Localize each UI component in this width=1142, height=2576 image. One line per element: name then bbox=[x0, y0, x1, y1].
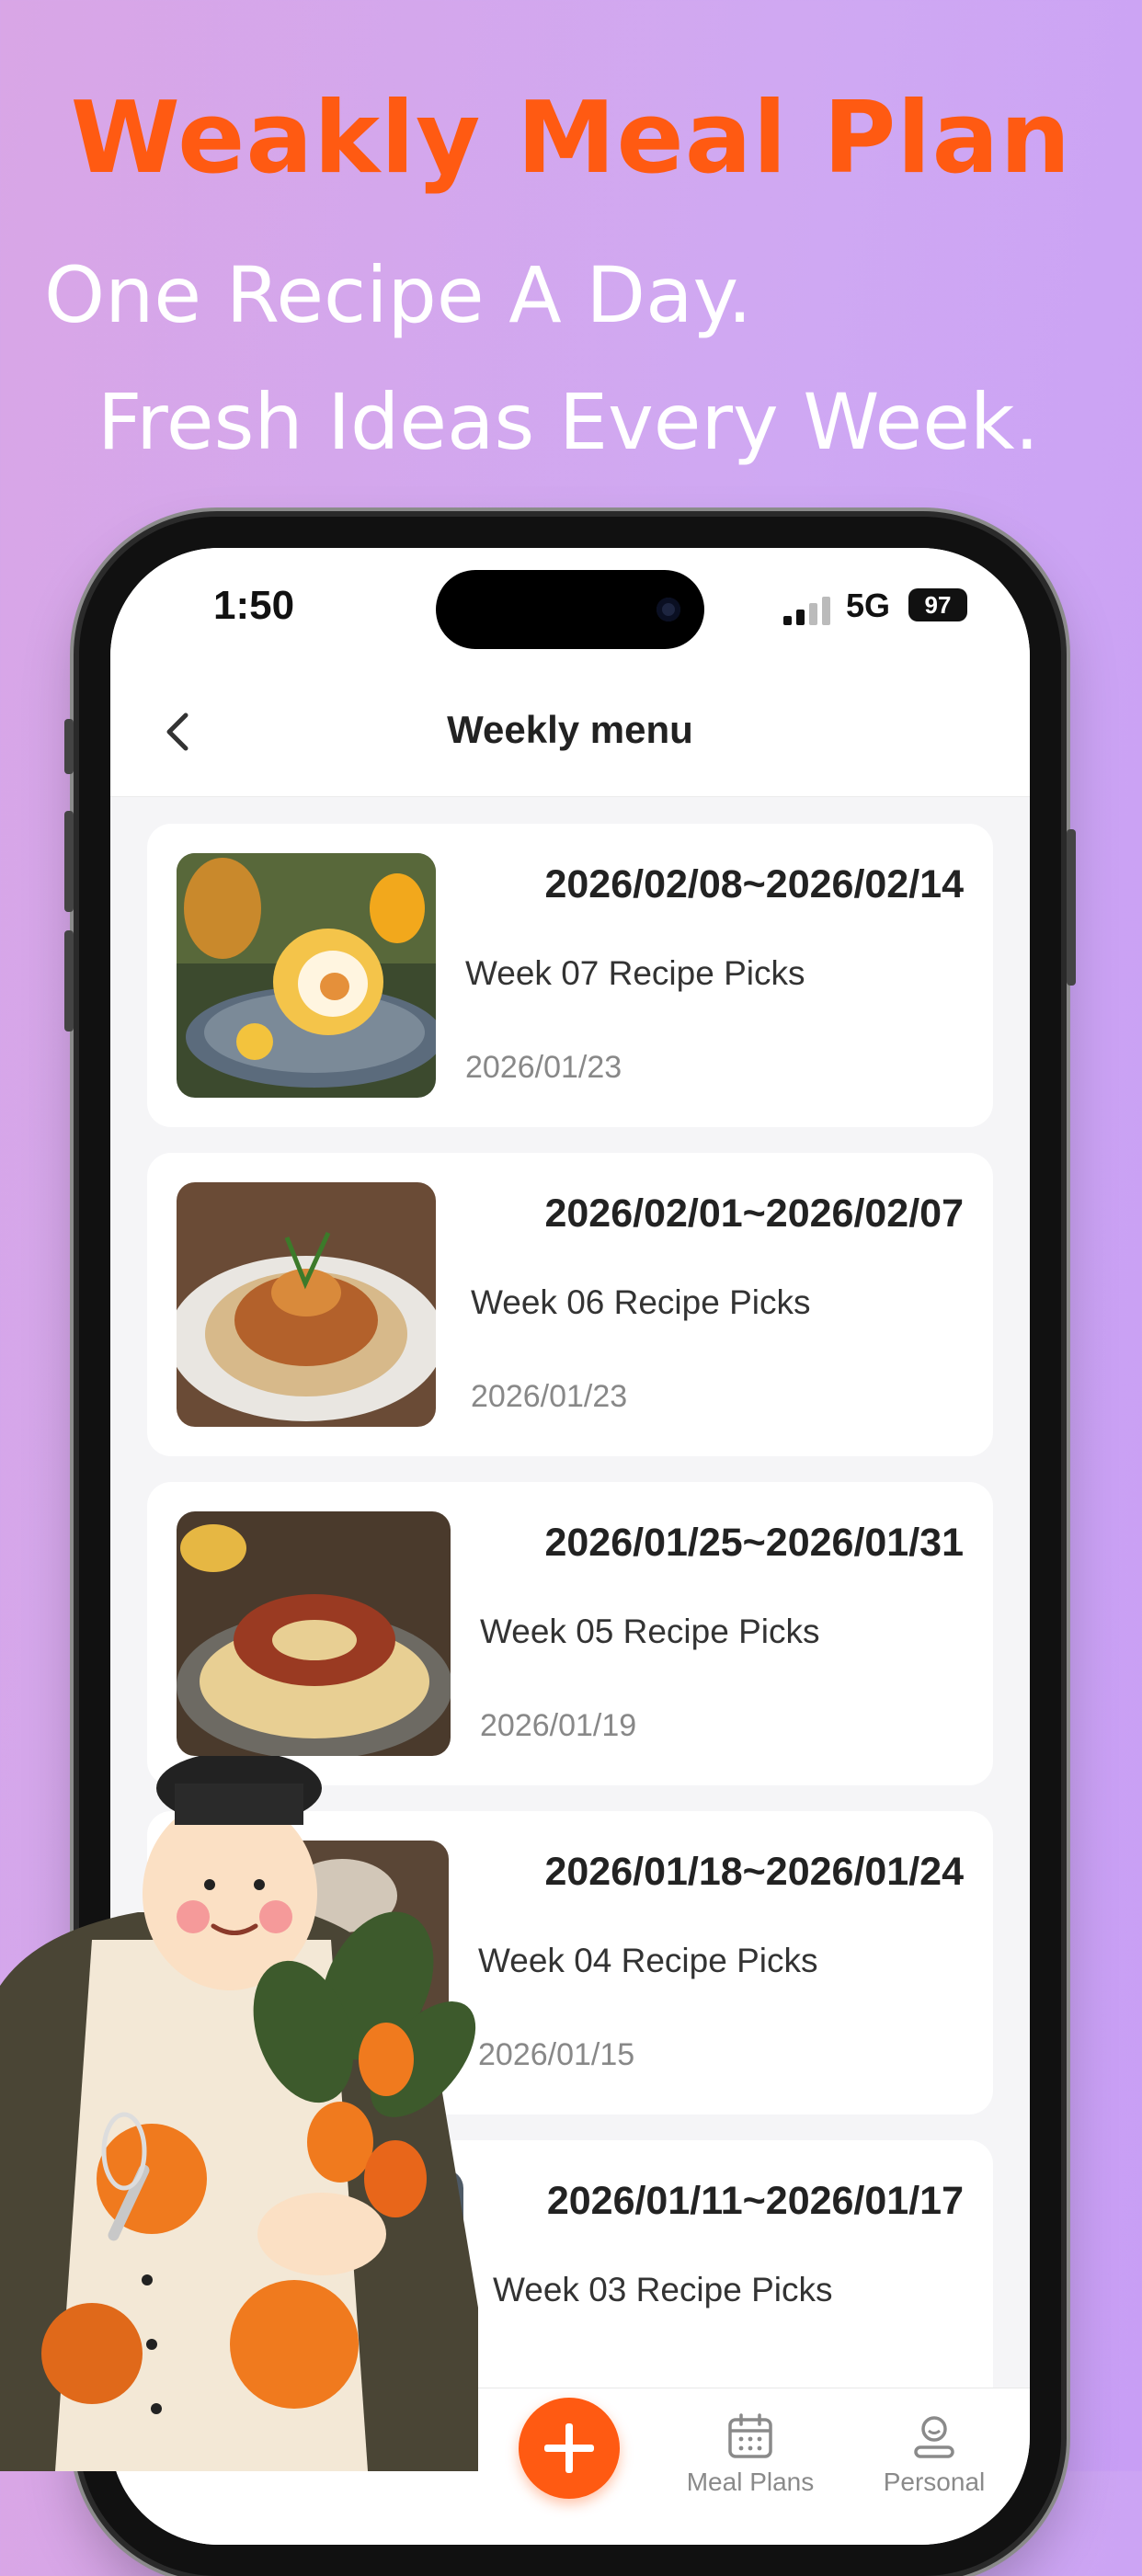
chef-illustration bbox=[0, 1756, 478, 2471]
week-card[interactable]: 2026/02/08~2026/02/14 Week 07 Recipe Pic… bbox=[147, 824, 993, 1127]
page-title: Weekly menu bbox=[447, 708, 693, 751]
week-range: 2026/02/01~2026/02/07 bbox=[544, 1191, 964, 1236]
tab-personal[interactable]: Personal bbox=[861, 2411, 1008, 2497]
week-date: 2026/01/23 bbox=[465, 1050, 622, 1085]
promo-line-2: Fresh Ideas Every Week. bbox=[97, 377, 1040, 467]
week-picks: Week 05 Recipe Picks bbox=[480, 1613, 820, 1650]
dynamic-island bbox=[436, 570, 704, 649]
network-label: 5G bbox=[846, 587, 891, 624]
week-date: 2026/01/19 bbox=[480, 1708, 637, 1743]
add-button[interactable] bbox=[519, 2398, 620, 2499]
status-bar: 1:50 5G 97 bbox=[110, 548, 1030, 667]
status-time: 1:50 bbox=[213, 583, 295, 628]
promo-line-1: One Recipe A Day. bbox=[44, 250, 752, 340]
week-card[interactable]: 2026/01/25~2026/01/31 Week 05 Recipe Pic… bbox=[147, 1482, 993, 1785]
nav-bar: Weekly menu bbox=[110, 667, 1030, 797]
signal-icon bbox=[783, 594, 839, 625]
week-range: 2026/01/18~2026/01/24 bbox=[544, 1850, 964, 1894]
week-picks: Week 03 Recipe Picks bbox=[493, 2271, 833, 2308]
week-card[interactable]: 2026/02/01~2026/02/07 Week 06 Recipe Pic… bbox=[147, 1153, 993, 1456]
tab-meal-plans-label: Meal Plans bbox=[686, 2468, 815, 2496]
week-range: 2026/02/08~2026/02/14 bbox=[544, 862, 964, 906]
week-range: 2026/01/11~2026/01/17 bbox=[546, 2179, 964, 2223]
week-range: 2026/01/25~2026/01/31 bbox=[544, 1521, 964, 1565]
recipe-thumbnail bbox=[177, 1511, 451, 1756]
calendar-icon bbox=[728, 2413, 772, 2458]
promo-headline: Weakly Meal Plan bbox=[70, 81, 1072, 196]
battery-icon: 97 bbox=[908, 588, 967, 621]
recipe-thumbnail bbox=[177, 1182, 436, 1427]
week-picks: Week 04 Recipe Picks bbox=[478, 1942, 818, 1979]
person-icon bbox=[914, 2416, 954, 2458]
tab-meal-plans[interactable]: Meal Plans bbox=[677, 2411, 824, 2497]
tab-personal-label: Personal bbox=[883, 2468, 986, 2496]
week-picks: Week 06 Recipe Picks bbox=[471, 1283, 811, 1321]
week-picks: Week 07 Recipe Picks bbox=[465, 954, 805, 992]
week-date: 2026/01/23 bbox=[471, 1379, 628, 1414]
recipe-thumbnail bbox=[177, 853, 436, 1098]
